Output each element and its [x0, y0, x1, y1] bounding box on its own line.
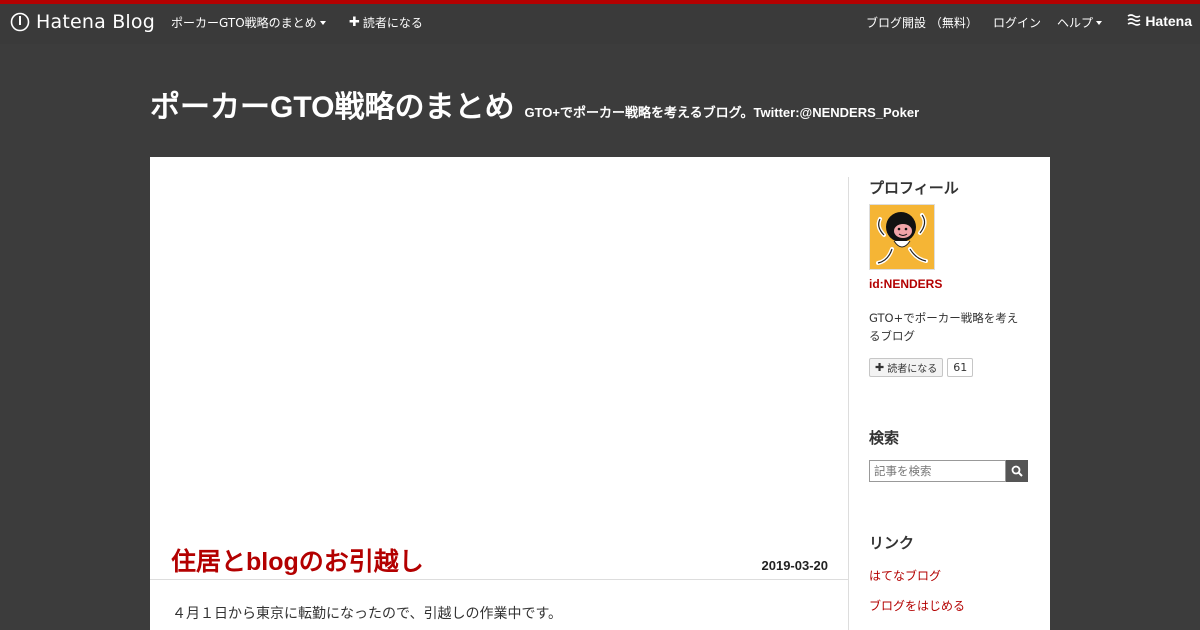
search-input[interactable]	[869, 460, 1006, 482]
profile-description: GTO+でポーカー戦略を考えるブログ	[869, 311, 1019, 343]
link-start-blog[interactable]: ブログをはじめる	[869, 597, 965, 614]
blog-menu-dropdown[interactable]: ポーカーGTO戦略のまとめ	[171, 14, 326, 31]
plus-icon: ✚	[875, 361, 885, 374]
avatar-character-icon	[876, 212, 928, 265]
link-hatena-blog[interactable]: はてなブログ	[869, 567, 941, 584]
login-link[interactable]: ログイン	[993, 14, 1041, 31]
subscribe-nav-label: 読者になる	[362, 16, 423, 30]
hatena-blog-logo[interactable]: Hatena Blog	[10, 10, 155, 34]
entry-title[interactable]: 住居とblogのお引越し	[171, 542, 424, 578]
global-header: Hatena Blog ポーカーGTO戦略のまとめ ✚ 読者になる ブログ開設 …	[0, 0, 1200, 44]
blog-menu-label: ポーカーGTO戦略のまとめ	[171, 16, 317, 30]
chevron-down-icon	[319, 20, 326, 25]
login-label: ログイン	[993, 16, 1042, 30]
profile-module-title: プロフィール	[869, 180, 959, 197]
help-label: ヘルプ	[1057, 16, 1094, 30]
plus-icon: ✚	[349, 15, 360, 30]
blog-header: ポーカーGTO戦略のまとめ GTO+でポーカー戦略を考えるブログ。Twitter…	[150, 82, 919, 126]
profile-id-link[interactable]: id:NENDERS	[869, 277, 942, 291]
sidebar-subscribe-label: 読者になる	[887, 364, 938, 375]
start-blog-link[interactable]: ブログ開設 （無料）	[866, 14, 978, 31]
entry-body-text: ４月１日から東京に転勤になったので、引越しの作業中です。	[172, 606, 563, 622]
profile-avatar[interactable]	[869, 204, 935, 270]
hatena-blog-logo-icon	[10, 12, 30, 32]
main-column: 住居とblogのお引越し 2019-03-20 ４月１日から東京に転勤になったの…	[150, 177, 849, 630]
start-blog-label: ブログ開設 （無料）	[866, 16, 978, 30]
entry-date[interactable]: 2019-03-20	[762, 558, 829, 573]
search-button[interactable]	[1006, 460, 1028, 482]
search-module-title: 検索	[869, 430, 900, 447]
hatena-logo-text: Hatena	[1145, 13, 1192, 29]
chevron-down-icon	[1096, 20, 1103, 25]
sidebar-subscribe-button[interactable]: ✚ 読者になる	[869, 358, 944, 377]
blog-description: GTO+でポーカー戦略を考えるブログ。Twitter:@NENDERS_Poke…	[524, 105, 920, 120]
hatena-wave-icon	[1127, 13, 1141, 29]
search-form	[869, 460, 1028, 482]
search-icon	[1011, 465, 1023, 477]
content-container: 住居とblogのお引越し 2019-03-20 ４月１日から東京に転勤になったの…	[150, 157, 1050, 630]
subscribe-nav-button[interactable]: ✚ 読者になる	[349, 14, 423, 31]
entry-divider	[150, 579, 849, 580]
blog-title[interactable]: ポーカーGTO戦略のまとめ	[150, 82, 514, 126]
subscribe-widget: ✚ 読者になる 61	[869, 358, 974, 377]
links-module-title: リンク	[869, 535, 915, 552]
subscriber-count: 61	[947, 358, 974, 377]
hatena-logo[interactable]: Hatena	[1127, 13, 1192, 29]
brand-text: Hatena Blog	[36, 11, 155, 33]
ad-space	[150, 177, 849, 537]
help-dropdown[interactable]: ヘルプ	[1057, 14, 1103, 31]
